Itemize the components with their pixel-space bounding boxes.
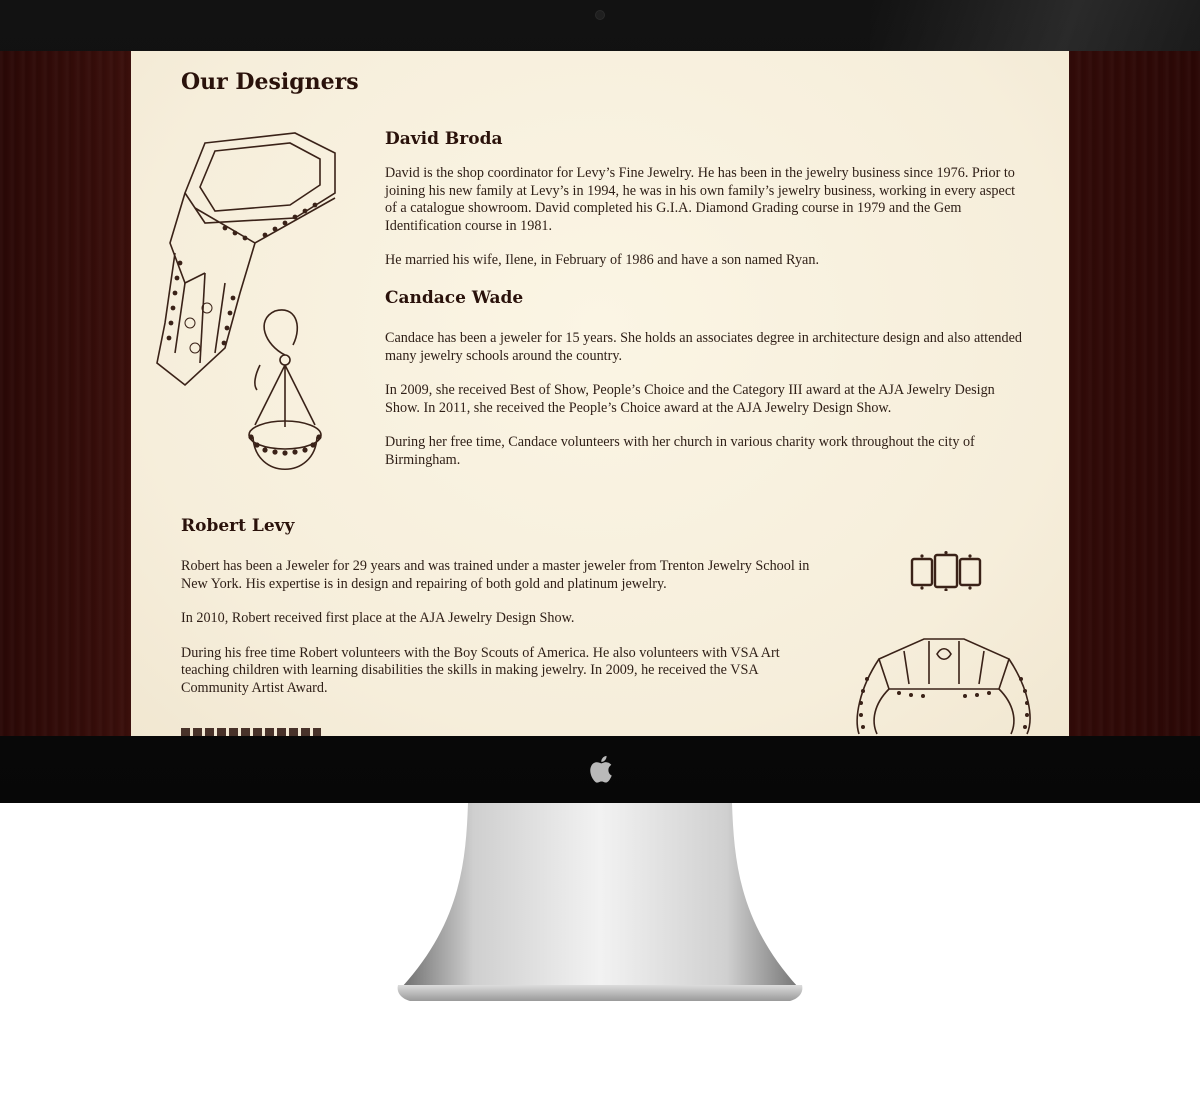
bio-paragraph: Candace has been a jeweler for 15 years.… xyxy=(385,330,1022,364)
next-designer-heading-cutoff xyxy=(181,728,321,736)
bio-paragraph: In 2009, she received Best of Show, Peop… xyxy=(385,382,995,416)
monitor-stand xyxy=(397,803,803,1001)
band-sketch-icon xyxy=(910,551,982,591)
bio-paragraph: He married his wife, Ilene, in February … xyxy=(385,252,819,268)
designer-name-david-broda: David Broda xyxy=(385,129,503,149)
apple-logo-icon xyxy=(590,755,612,783)
bio-paragraph: David is the shop coordinator for Levy’s… xyxy=(385,165,1016,234)
monitor-bezel: Our Designers David Broda David is the s… xyxy=(0,0,1200,803)
designer-bio-candace-wade: Candace has been a jeweler for 15 years.… xyxy=(385,330,1025,486)
bio-paragraph: During her free time, Candace volunteers… xyxy=(385,434,975,468)
designer-name-robert-levy: Robert Levy xyxy=(181,516,295,536)
bio-paragraph: During his free time Robert volunteers w… xyxy=(181,644,780,696)
bio-paragraph: Robert has been a Jeweler for 29 years a… xyxy=(181,558,810,592)
camera-icon xyxy=(596,11,604,19)
page-title: Our Designers xyxy=(181,69,359,95)
designer-bio-david-broda: David is the shop coordinator for Levy’s… xyxy=(385,165,1025,287)
designers-page: Our Designers David Broda David is the s… xyxy=(131,51,1069,736)
designer-bio-robert-levy: Robert has been a Jeweler for 29 years a… xyxy=(181,558,821,714)
earring-sketch-icon xyxy=(248,309,322,470)
bio-paragraph: In 2010, Robert received first place at … xyxy=(181,610,575,626)
designer-name-candace-wade: Candace Wade xyxy=(385,288,524,308)
engagement-ring-sketch-icon xyxy=(856,638,1031,735)
monitor-screen: Our Designers David Broda David is the s… xyxy=(0,51,1200,736)
